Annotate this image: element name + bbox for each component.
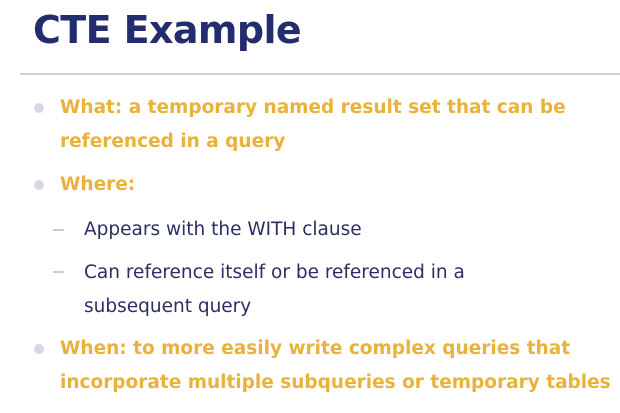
bullet-where-line-1: Where: (60, 174, 136, 195)
sub-bullet-with-clause: Appears with the WITH clause (84, 219, 362, 240)
bullet-dot (34, 103, 44, 113)
bullet-what-line-2: referenced in a query (60, 131, 286, 152)
bullet-what-line-1: What: a temporary named result set that … (60, 97, 566, 118)
bullet-when-line-1: When: to more easily write complex queri… (60, 338, 571, 359)
sub-bullet-dash (53, 271, 64, 273)
sub-bullet-reference-line-2: subsequent query (84, 296, 252, 317)
bullet-list: What: a temporary named result set that … (0, 0, 620, 413)
bullet-dot (34, 344, 44, 354)
slide: CTE Example What: a temporary named resu… (0, 0, 620, 413)
bullet-dot (34, 180, 44, 190)
sub-bullet-dash (53, 229, 64, 231)
sub-bullet-reference-line-1: Can reference itself or be referenced in… (84, 262, 465, 283)
bullet-when-line-2: incorporate multiple subqueries or tempo… (60, 372, 611, 393)
